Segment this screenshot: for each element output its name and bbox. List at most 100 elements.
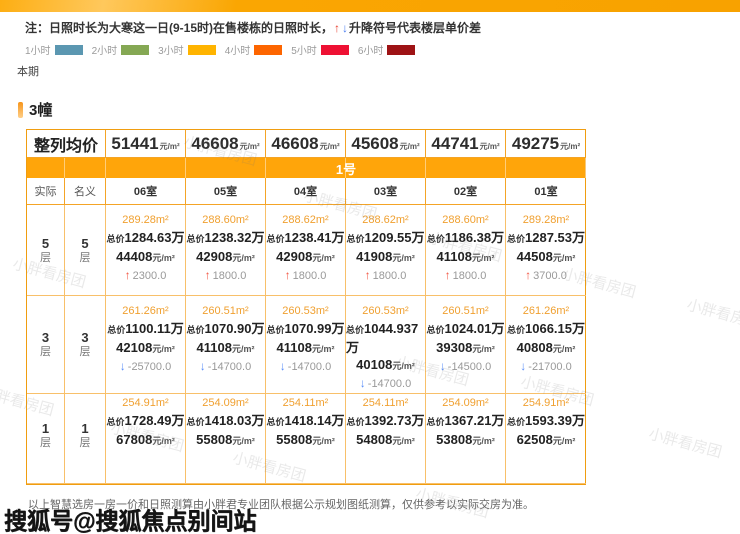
unit-price: 42908元/m²	[196, 248, 255, 267]
floor-suffix: 层	[80, 436, 91, 450]
avg-unit: 元/m²	[560, 141, 580, 152]
unit-price: 40808元/m²	[517, 339, 576, 358]
unit-area: 254.11m²	[363, 395, 409, 412]
unit-change: ↑3700.0	[525, 267, 567, 285]
unit-price: 42908元/m²	[276, 248, 335, 267]
sunlight-legend: 1小时 2小时 3小时 4小时 5小时 6小时	[25, 42, 424, 57]
unit-area: 289.28m²	[122, 212, 168, 229]
avg-price-cell: 44741元/m²	[426, 130, 506, 158]
price-unit: 元/m²	[152, 253, 175, 263]
wan-suffix: 万	[332, 230, 345, 245]
price-value: 53808	[436, 432, 472, 447]
price-unit: 元/m²	[472, 344, 495, 354]
unit-change: ↓-14700.0	[280, 358, 331, 376]
wan-suffix: 万	[172, 413, 185, 428]
unit-area: 254.09m²	[202, 395, 248, 412]
price-unit: 元/m²	[232, 344, 255, 354]
price-unit: 元/m²	[152, 344, 175, 354]
price-unit: 元/m²	[312, 253, 335, 263]
building-title: 3幢	[29, 99, 52, 120]
building-section-title: 3幢	[18, 99, 52, 120]
legend-swatch-2h	[121, 45, 149, 55]
price-unit: 元/m²	[232, 253, 255, 263]
total-value: 1209.55	[365, 230, 412, 245]
wan-suffix: 万	[171, 321, 184, 336]
floor-number: 5	[81, 236, 88, 251]
avg-value: 49275	[512, 134, 559, 154]
unit-change: ↑2300.0	[125, 267, 167, 285]
down-arrow-icon: ↓	[440, 359, 446, 373]
unit-total-price: 总价1392.73万	[346, 412, 424, 431]
avg-price-cell: 45608元/m²	[346, 130, 426, 158]
total-value: 1284.63	[125, 230, 172, 245]
wan-suffix: 万	[492, 413, 505, 428]
floor-number: 3	[81, 330, 88, 345]
legend-swatch-3h	[188, 45, 216, 55]
price-value: 67808	[116, 432, 152, 447]
unit-price: 42108元/m²	[116, 339, 175, 358]
unit-price: 41908元/m²	[356, 248, 415, 267]
unit-price: 55808元/m²	[276, 431, 335, 450]
legend-swatch-1h	[55, 45, 83, 55]
change-value: -21700.0	[528, 361, 571, 373]
change-value: 1800.0	[453, 270, 487, 282]
avg-value: 45608	[351, 134, 398, 154]
unit-price: 44408元/m²	[116, 248, 175, 267]
change-value: 3700.0	[533, 270, 567, 282]
price-value: 41108	[277, 340, 312, 355]
change-value: 2300.0	[133, 270, 167, 282]
unit-area: 288.60m²	[442, 212, 488, 229]
unit-total-price: 总价1209.55万	[346, 229, 424, 248]
total-value: 1287.53	[525, 230, 572, 245]
price-unit: 元/m²	[553, 344, 576, 354]
header-nominal: 名义	[65, 178, 106, 205]
unit-total-price: 总价1238.41万	[266, 229, 344, 248]
up-arrow-icon: ↑	[125, 268, 131, 282]
floor-actual-label: 3层	[27, 296, 65, 394]
note-prefix: 注：	[25, 21, 49, 35]
unit-total-price: 总价1100.11万	[107, 320, 184, 339]
total-label: 总价	[426, 417, 444, 427]
avg-unit: 元/m²	[480, 141, 500, 152]
unit-area: 254.91m²	[122, 395, 168, 412]
unit-area: 288.60m²	[202, 212, 248, 229]
legend-item-1h: 1小时	[25, 42, 83, 57]
floor-suffix: 层	[40, 436, 51, 450]
unit-cell-1f-05: 254.09m² 总价1418.03万 55808元/m²	[186, 388, 266, 484]
unit-total-price: 总价1044.937万	[346, 320, 425, 356]
diagonal-watermark: 小胖看房团	[685, 294, 740, 334]
unit-price: 54808元/m²	[356, 431, 415, 450]
total-value: 1418.14	[285, 413, 332, 428]
floor-actual-label: 5层	[27, 205, 65, 296]
total-value: 1070.90	[205, 321, 252, 336]
avg-row-label: 整列均价	[27, 130, 106, 158]
unit-area: 260.53m²	[282, 303, 328, 320]
floor-number: 1	[81, 421, 88, 436]
legend-label: 2小时	[92, 42, 118, 57]
price-value: 44408	[116, 249, 152, 264]
unit-total-price: 总价1287.53万	[507, 229, 585, 248]
total-label: 总价	[427, 234, 445, 244]
unit-change: ↓-14700.0	[200, 358, 251, 376]
floor-number: 5	[42, 236, 49, 251]
total-label: 总价	[107, 325, 125, 335]
unit-price: 41108元/m²	[277, 339, 335, 358]
down-arrow-icon: ↓	[200, 359, 206, 373]
price-unit: 元/m²	[553, 436, 576, 446]
unit-cell-1f-01: 254.91m² 总价1593.39万 62508元/m²	[506, 388, 586, 484]
total-value: 1066.15	[525, 321, 572, 336]
wan-suffix: 万	[412, 413, 425, 428]
price-unit: 元/m²	[312, 344, 335, 354]
building-band: 1号	[27, 158, 585, 178]
floor-row-5: 5层 5层 289.28m² 总价1284.63万 44408元/m² ↑230…	[27, 205, 585, 296]
legend-label: 4小时	[225, 42, 251, 57]
price-value: 41108	[197, 340, 232, 355]
total-label: 总价	[186, 325, 204, 335]
top-banner	[0, 0, 740, 12]
avg-price-row: 整列均价 51441元/m² 46608元/m² 46608元/m² 45608…	[27, 130, 585, 158]
price-unit: 元/m²	[472, 436, 495, 446]
avg-unit: 元/m²	[400, 141, 420, 152]
unit-change: ↓-21700.0	[520, 358, 571, 376]
legend-label: 5小时	[291, 42, 317, 57]
up-arrow-icon: ↑	[205, 268, 211, 282]
